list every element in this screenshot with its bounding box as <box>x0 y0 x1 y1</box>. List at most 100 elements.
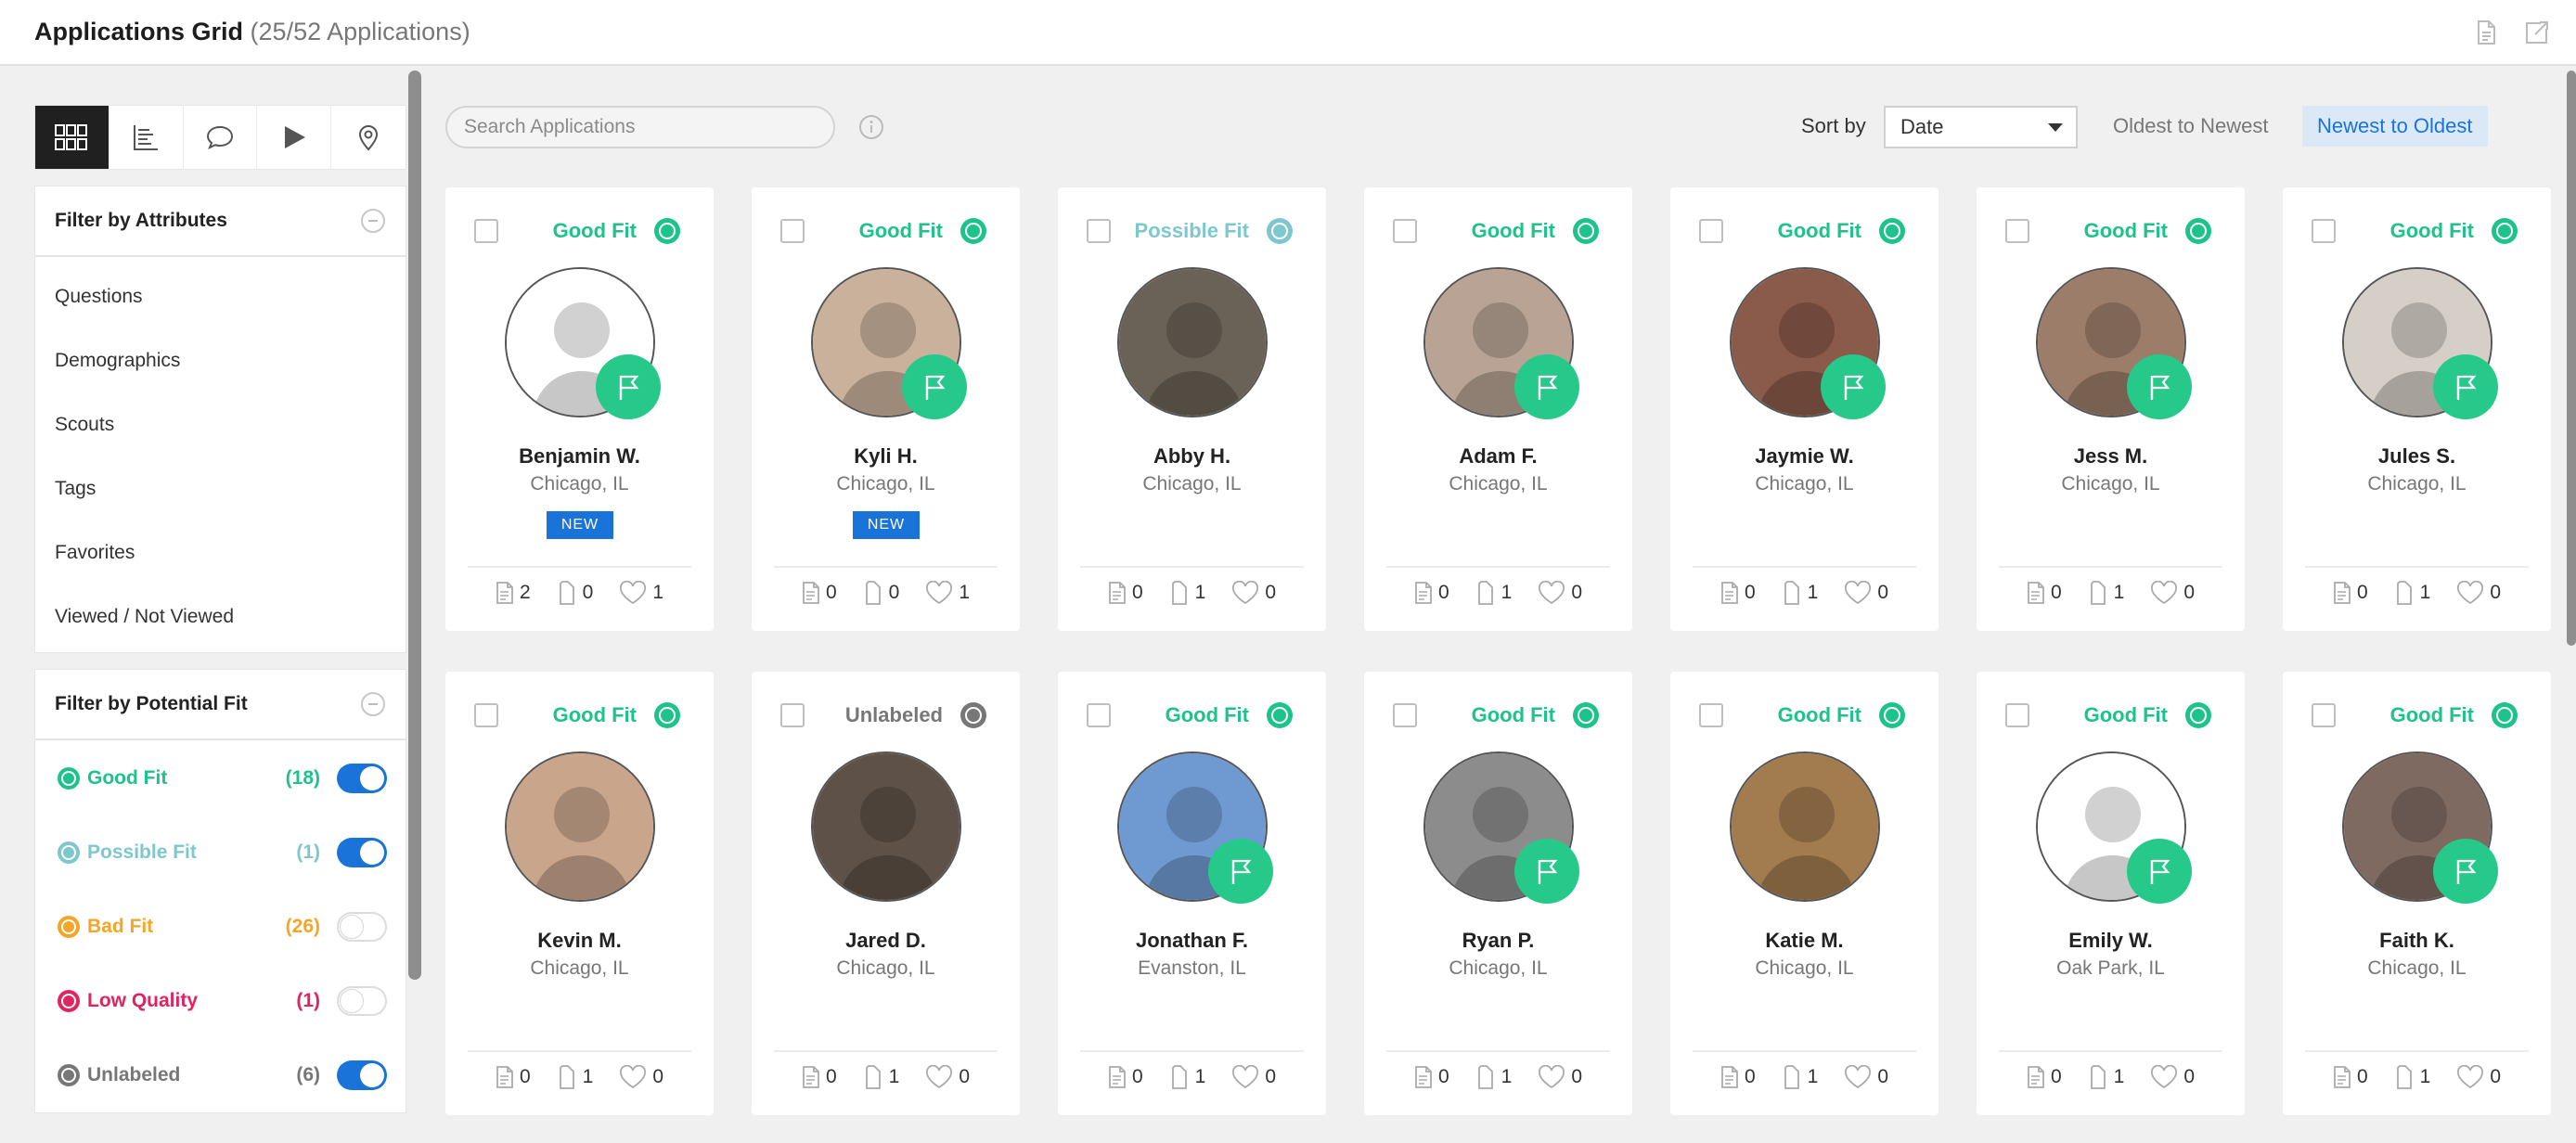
application-card[interactable]: Unlabeled Jared D. Chicago, IL 0 1 0 <box>752 672 1020 1115</box>
newest-to-oldest-button[interactable]: Newest to Oldest <box>2302 106 2488 147</box>
documents-stat[interactable]: 2 <box>496 580 531 606</box>
card-checkbox[interactable] <box>780 703 805 727</box>
sidebar-scrollbar[interactable] <box>408 71 421 980</box>
fit-filter-row[interactable]: Possible Fit (1) <box>35 816 406 890</box>
export-icon[interactable] <box>2522 19 2550 46</box>
tags-stat[interactable]: 1 <box>2394 580 2430 606</box>
filter-tags[interactable]: Tags <box>35 456 406 520</box>
map-view-button[interactable] <box>331 106 406 169</box>
avatar[interactable] <box>1117 267 1268 417</box>
collapse-icon[interactable] <box>361 692 385 716</box>
application-card[interactable]: Good Fit Benjamin W. Chicago, IL NEW 2 0 1 <box>445 187 714 631</box>
applicant-name[interactable]: Jaymie W. <box>1670 444 1938 469</box>
application-card[interactable]: Good Fit Ryan P. Chicago, IL 0 1 0 <box>1364 672 1632 1115</box>
collapse-icon[interactable] <box>361 209 385 233</box>
applicant-name[interactable]: Ryan P. <box>1364 929 1632 953</box>
card-checkbox[interactable] <box>474 703 498 727</box>
flag-button[interactable] <box>2433 354 2498 419</box>
documents-stat[interactable]: 0 <box>2027 580 2062 606</box>
likes-stat[interactable]: 0 <box>2150 1064 2195 1090</box>
fit-filter-toggle[interactable] <box>337 838 387 867</box>
fit-filter-toggle[interactable] <box>337 986 387 1016</box>
tags-stat[interactable]: 1 <box>1475 580 1512 606</box>
tags-stat[interactable]: 1 <box>2088 580 2124 606</box>
potential-fit-filter-header[interactable]: Filter by Potential Fit <box>35 670 406 740</box>
tags-stat[interactable]: 1 <box>557 1064 593 1090</box>
applicant-name[interactable]: Emily W. <box>1977 929 2245 953</box>
fit-filter-toggle[interactable] <box>337 1060 387 1090</box>
flag-button[interactable] <box>1514 839 1579 904</box>
flag-button[interactable] <box>2127 354 2192 419</box>
main-scrollbar[interactable] <box>2567 71 2576 646</box>
sort-select[interactable]: Date <box>1884 106 2078 148</box>
avatar[interactable] <box>811 751 961 902</box>
fit-filter-toggle[interactable] <box>337 912 387 942</box>
applicant-name[interactable]: Katie M. <box>1670 929 1938 953</box>
likes-stat[interactable]: 0 <box>2456 580 2501 606</box>
likes-stat[interactable]: 0 <box>1844 580 1888 606</box>
documents-stat[interactable]: 0 <box>1720 580 1756 606</box>
likes-stat[interactable]: 0 <box>1844 1064 1888 1090</box>
filter-questions[interactable]: Questions <box>35 264 406 328</box>
application-card[interactable]: Good Fit Emily W. Oak Park, IL 0 1 0 <box>1977 672 2245 1115</box>
filter-viewed[interactable]: Viewed / Not Viewed <box>35 584 406 649</box>
list-view-button[interactable] <box>109 106 184 169</box>
likes-stat[interactable]: 1 <box>619 580 663 606</box>
likes-stat[interactable]: 1 <box>925 580 970 606</box>
flag-button[interactable] <box>596 354 661 419</box>
documents-stat[interactable]: 0 <box>1414 1064 1449 1090</box>
tags-stat[interactable]: 1 <box>2394 1064 2430 1090</box>
likes-stat[interactable]: 0 <box>925 1064 970 1090</box>
application-card[interactable]: Good Fit Jonathan F. Evanston, IL 0 1 0 <box>1058 672 1326 1115</box>
documents-stat[interactable]: 0 <box>2333 1064 2368 1090</box>
card-checkbox[interactable] <box>2312 703 2336 727</box>
flag-button[interactable] <box>1514 354 1579 419</box>
card-checkbox[interactable] <box>474 219 498 243</box>
tags-stat[interactable]: 1 <box>1169 1064 1205 1090</box>
applicant-name[interactable]: Faith K. <box>2283 929 2551 953</box>
documents-stat[interactable]: 0 <box>496 1064 531 1090</box>
card-checkbox[interactable] <box>1087 703 1111 727</box>
fit-filter-row[interactable]: Good Fit (18) <box>35 741 406 816</box>
avatar[interactable] <box>505 751 655 902</box>
documents-stat[interactable]: 0 <box>2333 580 2368 606</box>
tags-stat[interactable]: 1 <box>1169 580 1205 606</box>
tags-stat[interactable]: 1 <box>1782 1064 1818 1090</box>
card-checkbox[interactable] <box>1087 219 1111 243</box>
applicant-name[interactable]: Adam F. <box>1364 444 1632 469</box>
card-checkbox[interactable] <box>1393 703 1417 727</box>
applicant-name[interactable]: Abby H. <box>1058 444 1326 469</box>
grid-view-button[interactable] <box>35 106 109 169</box>
avatar[interactable] <box>1730 751 1880 902</box>
likes-stat[interactable]: 0 <box>1538 580 1582 606</box>
application-card[interactable]: Good Fit Faith K. Chicago, IL 0 1 0 <box>2283 672 2551 1115</box>
application-card[interactable]: Good Fit Jaymie W. Chicago, IL 0 1 0 <box>1670 187 1938 631</box>
tags-stat[interactable]: 0 <box>863 580 899 606</box>
applicant-name[interactable]: Jared D. <box>752 929 1020 953</box>
card-checkbox[interactable] <box>2005 703 2029 727</box>
likes-stat[interactable]: 0 <box>2150 580 2195 606</box>
application-card[interactable]: Good Fit Adam F. Chicago, IL 0 1 0 <box>1364 187 1632 631</box>
documents-stat[interactable]: 0 <box>1720 1064 1756 1090</box>
tags-stat[interactable]: 0 <box>557 580 593 606</box>
application-card[interactable]: Good Fit Kevin M. Chicago, IL 0 1 0 <box>445 672 714 1115</box>
tags-stat[interactable]: 1 <box>1782 580 1818 606</box>
card-checkbox[interactable] <box>1393 219 1417 243</box>
filter-demographics[interactable]: Demographics <box>35 328 406 392</box>
application-card[interactable]: Good Fit Jess M. Chicago, IL 0 1 0 <box>1977 187 2245 631</box>
chat-view-button[interactable] <box>184 106 258 169</box>
applicant-name[interactable]: Kevin M. <box>445 929 714 953</box>
documents-stat[interactable]: 0 <box>1108 1064 1143 1090</box>
applicant-name[interactable]: Jess M. <box>1977 444 2245 469</box>
application-card[interactable]: Good Fit Jules S. Chicago, IL 0 1 0 <box>2283 187 2551 631</box>
likes-stat[interactable]: 0 <box>2456 1064 2501 1090</box>
video-view-button[interactable] <box>257 106 332 169</box>
documents-stat[interactable]: 0 <box>1414 580 1449 606</box>
application-card[interactable]: Possible Fit Abby H. Chicago, IL 0 1 0 <box>1058 187 1326 631</box>
fit-filter-row[interactable]: Unlabeled (6) <box>35 1038 406 1112</box>
card-checkbox[interactable] <box>780 219 805 243</box>
tags-stat[interactable]: 1 <box>863 1064 899 1090</box>
fit-filter-row[interactable]: Low Quality (1) <box>35 964 406 1038</box>
flag-button[interactable] <box>1208 839 1273 904</box>
flag-button[interactable] <box>902 354 967 419</box>
